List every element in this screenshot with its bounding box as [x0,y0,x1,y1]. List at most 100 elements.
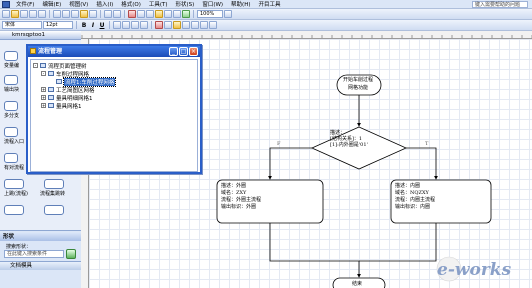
document-stencil-tab[interactable]: 文档模具 [0,261,81,270]
output-shape-icon[interactable] [4,75,18,85]
tree-label: 工艺简图区网格 [56,87,95,94]
line-color-icon[interactable] [164,21,172,29]
align-right-icon[interactable] [131,21,139,29]
sub-flow-shape-icon[interactable] [4,153,18,163]
tree-label: 流程页面管理树 [48,63,87,70]
tree-item[interactable]: + 量具明细网格1 [41,94,93,102]
spelling-icon[interactable] [53,10,61,18]
menu-shape[interactable]: 形状(S) [172,0,199,8]
tree-item[interactable]: 流程1:车削过程网格 [56,76,117,87]
right-box-line2: 域名：NQZXY [395,190,429,196]
align-left-icon[interactable] [113,21,121,29]
variable-shape-icon[interactable] [4,51,18,61]
shadow-icon[interactable] [209,21,217,29]
zoom-select[interactable]: 100% [197,10,223,18]
shape-icon[interactable] [4,205,24,215]
undo-icon[interactable] [104,10,112,18]
close-icon[interactable]: × [189,47,198,56]
search-label: 搜索形状： [6,244,32,250]
tree-item[interactable]: - 车削过程网格 [41,70,90,78]
maximize-icon[interactable]: □ [179,47,188,56]
multi-branch-shape-icon[interactable] [4,101,18,111]
line-weight-icon[interactable] [182,21,190,29]
help-search-input[interactable]: 键入需要帮助的问题 [472,1,528,8]
menu-help[interactable]: 帮助(H) [227,0,254,8]
menu-tools[interactable]: 工具(T) [145,0,172,8]
menu-file[interactable]: 文件(F) [12,0,38,8]
print-preview-icon[interactable] [38,10,46,18]
help-icon[interactable] [224,10,232,18]
justify-icon[interactable] [140,21,148,29]
shape-label: 输出块 [4,87,20,93]
search-shapes-panel: 形状 搜索形状： 在此键入搜索条件 文档模具 [0,230,81,288]
italic-button[interactable]: I [89,22,97,29]
tree-expand-icon[interactable]: + [41,87,46,92]
tree-expand-icon[interactable]: + [41,95,46,100]
end-label: 结束 [352,281,363,287]
bold-button[interactable]: B [80,22,88,29]
font-name-select[interactable]: 宋体 [2,21,42,29]
line-tool-icon[interactable] [164,10,172,18]
toolbar-divider [76,21,77,29]
cut-icon[interactable] [62,10,70,18]
shapes-icon[interactable] [182,10,190,18]
new-icon[interactable] [2,10,10,18]
hyperlink-icon[interactable] [128,10,136,18]
tree-item[interactable]: + 量具网格1 [41,102,82,110]
fill-color-icon[interactable] [173,21,181,29]
tree-item[interactable]: - 流程页面管理树 [33,62,87,70]
menu-insert[interactable]: 插入(I) [92,0,117,8]
start-label-line1: 开始车削过程 [343,77,374,83]
font-color-icon[interactable] [155,21,163,29]
copy-icon[interactable] [71,10,79,18]
pointer-tool-icon[interactable] [137,10,145,18]
stencil-tab[interactable]: kmrsqptoo1 [0,31,81,40]
tree-item[interactable]: + 工艺简图区网格 [41,86,95,94]
menu-kmtools[interactable]: 开目工具 [254,0,284,8]
menu-bar: 文件(F) 编辑(E) 视图(V) 插入(I) 格式(O) 工具(T) 形状(S… [0,0,532,9]
tree-collapse-icon[interactable]: - [41,71,46,76]
search-go-icon[interactable] [66,249,76,259]
text-tool-icon[interactable] [155,10,163,18]
flow-jump-shape-icon[interactable] [44,179,64,189]
underline-button[interactable]: U [98,22,106,29]
left-box-line1: 描述：外圈 [221,183,247,189]
rectangle-tool-icon[interactable] [173,10,181,18]
menu-view[interactable]: 视图(V) [65,0,92,8]
menu-format[interactable]: 格式(O) [117,0,145,8]
jump-up-shape-icon[interactable] [4,179,24,189]
shape-label: 有对流程 [4,165,25,171]
connector [269,223,361,278]
toolbar-divider [193,10,194,18]
format-painter-icon[interactable] [89,10,97,18]
tree-expand-icon[interactable]: + [41,103,46,108]
search-panel-title: 形状 [0,233,81,241]
right-box-line4: 输出标识：内圈 [395,204,431,210]
right-box-line1: 描述：内圈 [395,183,421,189]
redo-icon[interactable] [113,10,121,18]
font-size-select[interactable]: 12pt [43,21,73,29]
flow-entry-shape-icon[interactable] [4,127,18,137]
connector-tool-icon[interactable] [146,10,154,18]
true-branch-label: T [425,141,429,147]
print-icon[interactable] [29,10,37,18]
open-icon[interactable] [11,10,19,18]
dialog-title: 流程管理 [38,48,63,55]
tree-label: 车削过程网格 [56,71,90,78]
line-ends-icon[interactable] [200,21,208,29]
start-label-line2: 网格功能 [348,85,369,91]
tree-collapse-icon[interactable]: - [33,63,38,68]
minimize-icon[interactable]: _ [169,47,178,56]
paste-icon[interactable] [80,10,88,18]
false-branch-label: F [277,141,281,147]
align-center-icon[interactable] [122,21,130,29]
tree-node-icon [48,71,54,76]
shape-label: 流程入口 [4,139,25,145]
line-pattern-icon[interactable] [191,21,199,29]
menu-window[interactable]: 窗口(W) [198,0,227,8]
menu-edit[interactable]: 编辑(E) [38,0,65,8]
process-manager-dialog: 流程管理 _ □ × - 流程页面管理树 - 车削过程网格 流程1:车削过程网格… [26,44,202,174]
shape-icon[interactable] [44,205,64,215]
search-input[interactable]: 在此键入搜索条件 [4,250,64,258]
save-icon[interactable] [20,10,28,18]
